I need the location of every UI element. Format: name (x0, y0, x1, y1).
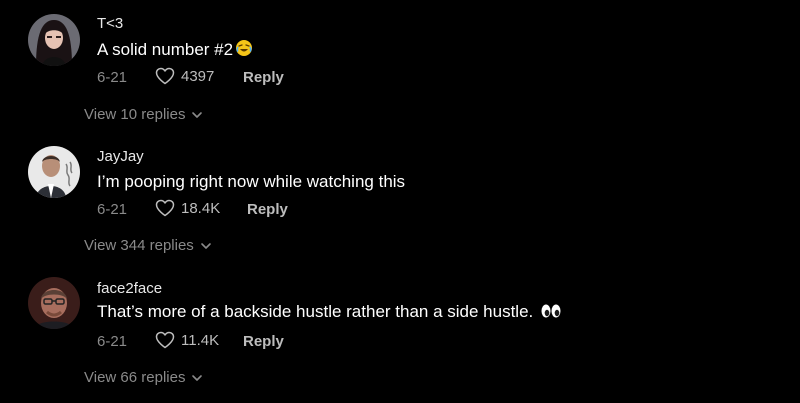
view-replies-button[interactable]: View 344 replies (84, 237, 212, 254)
reply-button[interactable]: Reply (243, 333, 284, 350)
reply-button[interactable]: Reply (243, 69, 284, 86)
comment-text-content: I’m pooping right now while watching thi… (97, 172, 406, 191)
view-replies-label: View 66 replies (84, 369, 186, 386)
comment-item: T<3 A solid number #2 6-21 4397 Reply Vi… (0, 0, 800, 132)
heart-outline-icon (155, 331, 175, 349)
avatar-image (28, 14, 80, 66)
avatar[interactable] (28, 146, 80, 198)
comment-date: 6-21 (97, 69, 128, 86)
avatar[interactable] (28, 277, 80, 329)
comment-date: 6-21 (97, 333, 128, 350)
like-button[interactable]: 18.4K (155, 199, 220, 217)
view-replies-label: View 10 replies (84, 106, 186, 123)
chevron-down-icon (200, 242, 211, 249)
avatar[interactable] (28, 14, 80, 66)
username[interactable]: JayJay (97, 148, 144, 165)
username[interactable]: face2face (97, 280, 162, 297)
comment-text: That’s more of a backside hustle rather … (97, 302, 562, 322)
comment-date: 6-21 (97, 201, 128, 218)
avatar-image (28, 146, 80, 198)
reply-button[interactable]: Reply (247, 201, 288, 218)
chevron-down-icon (192, 374, 203, 381)
comment-text: A solid number #2 (97, 39, 253, 60)
avatar-image (28, 277, 80, 329)
comment-text-content: That’s more of a backside hustle rather … (97, 302, 534, 321)
like-count: 18.4K (181, 199, 221, 217)
like-count: 11.4K (181, 331, 220, 349)
comment-item: JayJay I’m pooping right now while watch… (0, 132, 800, 263)
like-count: 4397 (181, 67, 215, 85)
heart-outline-icon (155, 67, 175, 85)
view-replies-button[interactable]: View 10 replies (84, 106, 203, 123)
chevron-down-icon (192, 111, 203, 118)
comment-text: I’m pooping right now while watching thi… (97, 172, 405, 192)
crying-laughing-emoji-icon (236, 40, 253, 56)
comment-text-content: A solid number #2 (97, 40, 234, 59)
username[interactable]: T<3 (97, 15, 123, 32)
eyes-emoji-icon (541, 304, 561, 318)
view-replies-button[interactable]: View 66 replies (84, 369, 203, 386)
comment-item: face2face That’s more of a backside hust… (0, 263, 800, 403)
view-replies-label: View 344 replies (84, 237, 194, 254)
like-button[interactable]: 11.4K (155, 331, 219, 349)
like-button[interactable]: 4397 (155, 67, 214, 85)
heart-outline-icon (155, 199, 175, 217)
